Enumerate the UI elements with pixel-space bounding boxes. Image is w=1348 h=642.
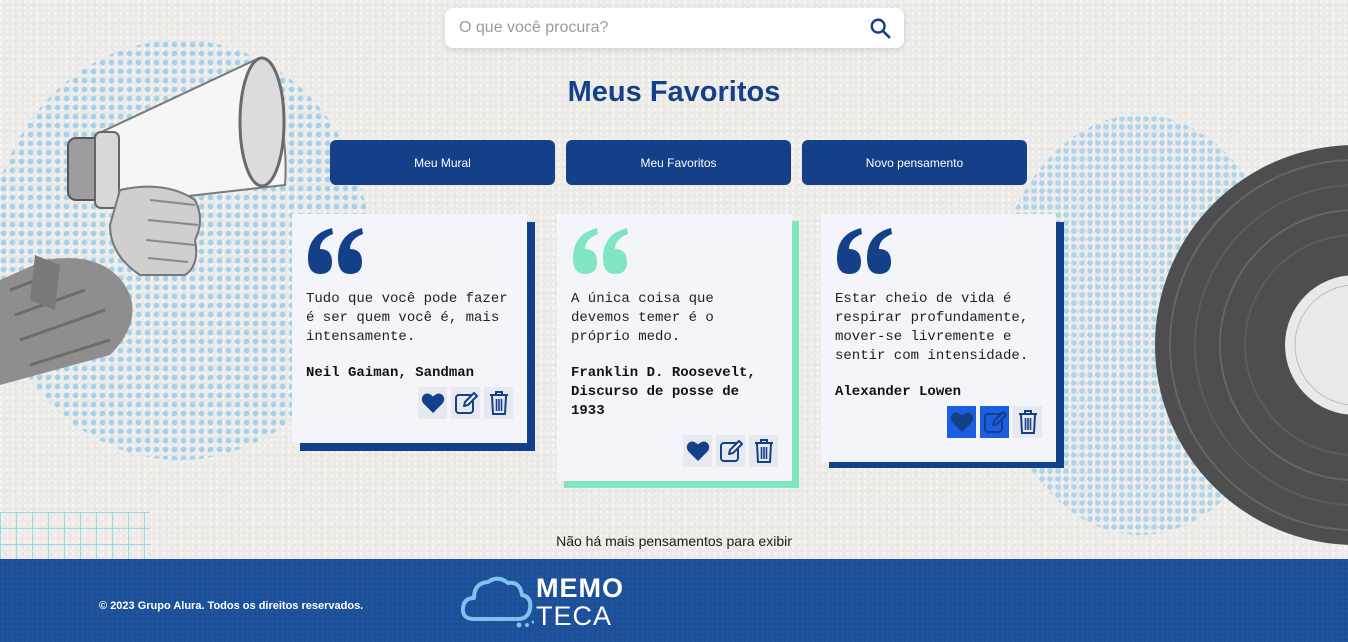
edit-icon <box>719 440 743 462</box>
nav-button-meu-favoritos[interactable]: Meu Favoritos <box>566 140 791 185</box>
empty-state-message: Não há mais pensamentos para exibir <box>556 533 792 549</box>
trash-icon <box>1018 410 1037 434</box>
delete-button[interactable] <box>484 387 513 419</box>
card-actions <box>571 435 778 467</box>
thought-author: Alexander Lowen <box>835 384 962 400</box>
memoteca-logo: MEMO TECA <box>460 573 624 631</box>
favorite-button[interactable] <box>947 406 976 438</box>
nav-button-novo-pensamento[interactable]: Novo pensamento <box>802 140 1027 185</box>
thought-card: Tudo que você pode fazer é ser quem você… <box>292 214 535 451</box>
thought-text: A única coisa que devemos temer é o próp… <box>571 291 714 345</box>
card-body: Estar cheio de vida é respirar profundam… <box>821 214 1056 462</box>
favorite-button[interactable] <box>683 435 712 467</box>
search-icon <box>870 18 891 39</box>
trash-icon <box>489 391 508 415</box>
logo-text-teca: TECA <box>536 601 613 631</box>
footer: © 2023 Grupo Alura. Todos os direitos re… <box>0 559 1348 642</box>
search-bar <box>445 8 904 48</box>
thought-card: Estar cheio de vida é respirar profundam… <box>821 214 1064 468</box>
thought-author: Neil Gaiman, Sandman <box>306 365 475 381</box>
thought-text: Tudo que você pode fazer é ser quem você… <box>306 291 508 345</box>
logo-text-memo: MEMO <box>536 573 624 603</box>
edit-icon <box>454 392 478 414</box>
trash-icon <box>754 439 773 463</box>
quote-icon <box>308 228 363 274</box>
search-input[interactable] <box>459 19 866 37</box>
main-nav: Meu Mural Meu Favoritos Novo pensamento <box>330 140 1027 185</box>
card-actions <box>306 387 513 419</box>
edit-button[interactable] <box>451 387 480 419</box>
card-body: A única coisa que devemos temer é o próp… <box>557 214 792 481</box>
page-title: Meus Favoritos <box>567 76 781 108</box>
delete-button[interactable] <box>1013 406 1042 438</box>
copyright-text: © 2023 Grupo Alura. Todos os direitos re… <box>99 600 364 612</box>
vinyl-record-illustration <box>1155 145 1348 545</box>
card-actions <box>835 406 1042 438</box>
heart-icon <box>950 412 973 432</box>
favorite-button[interactable] <box>418 387 447 419</box>
cloud-icon <box>460 576 534 628</box>
thought-author: Franklin D. Roosevelt, Discurso de posse… <box>571 365 756 419</box>
thought-text: Estar cheio de vida é respirar profundam… <box>835 291 1029 364</box>
edit-button[interactable] <box>980 406 1009 438</box>
heart-icon <box>686 441 709 461</box>
thought-card: A única coisa que devemos temer é o próp… <box>557 214 799 488</box>
quote-icon <box>837 228 892 274</box>
card-body: Tudo que você pode fazer é ser quem você… <box>292 214 527 443</box>
quote-icon <box>573 228 628 274</box>
heart-icon <box>421 393 444 413</box>
edit-button[interactable] <box>716 435 745 467</box>
delete-button[interactable] <box>749 435 778 467</box>
search-button[interactable] <box>866 14 894 42</box>
edit-icon <box>983 411 1007 433</box>
nav-button-meu-mural[interactable]: Meu Mural <box>330 140 555 185</box>
